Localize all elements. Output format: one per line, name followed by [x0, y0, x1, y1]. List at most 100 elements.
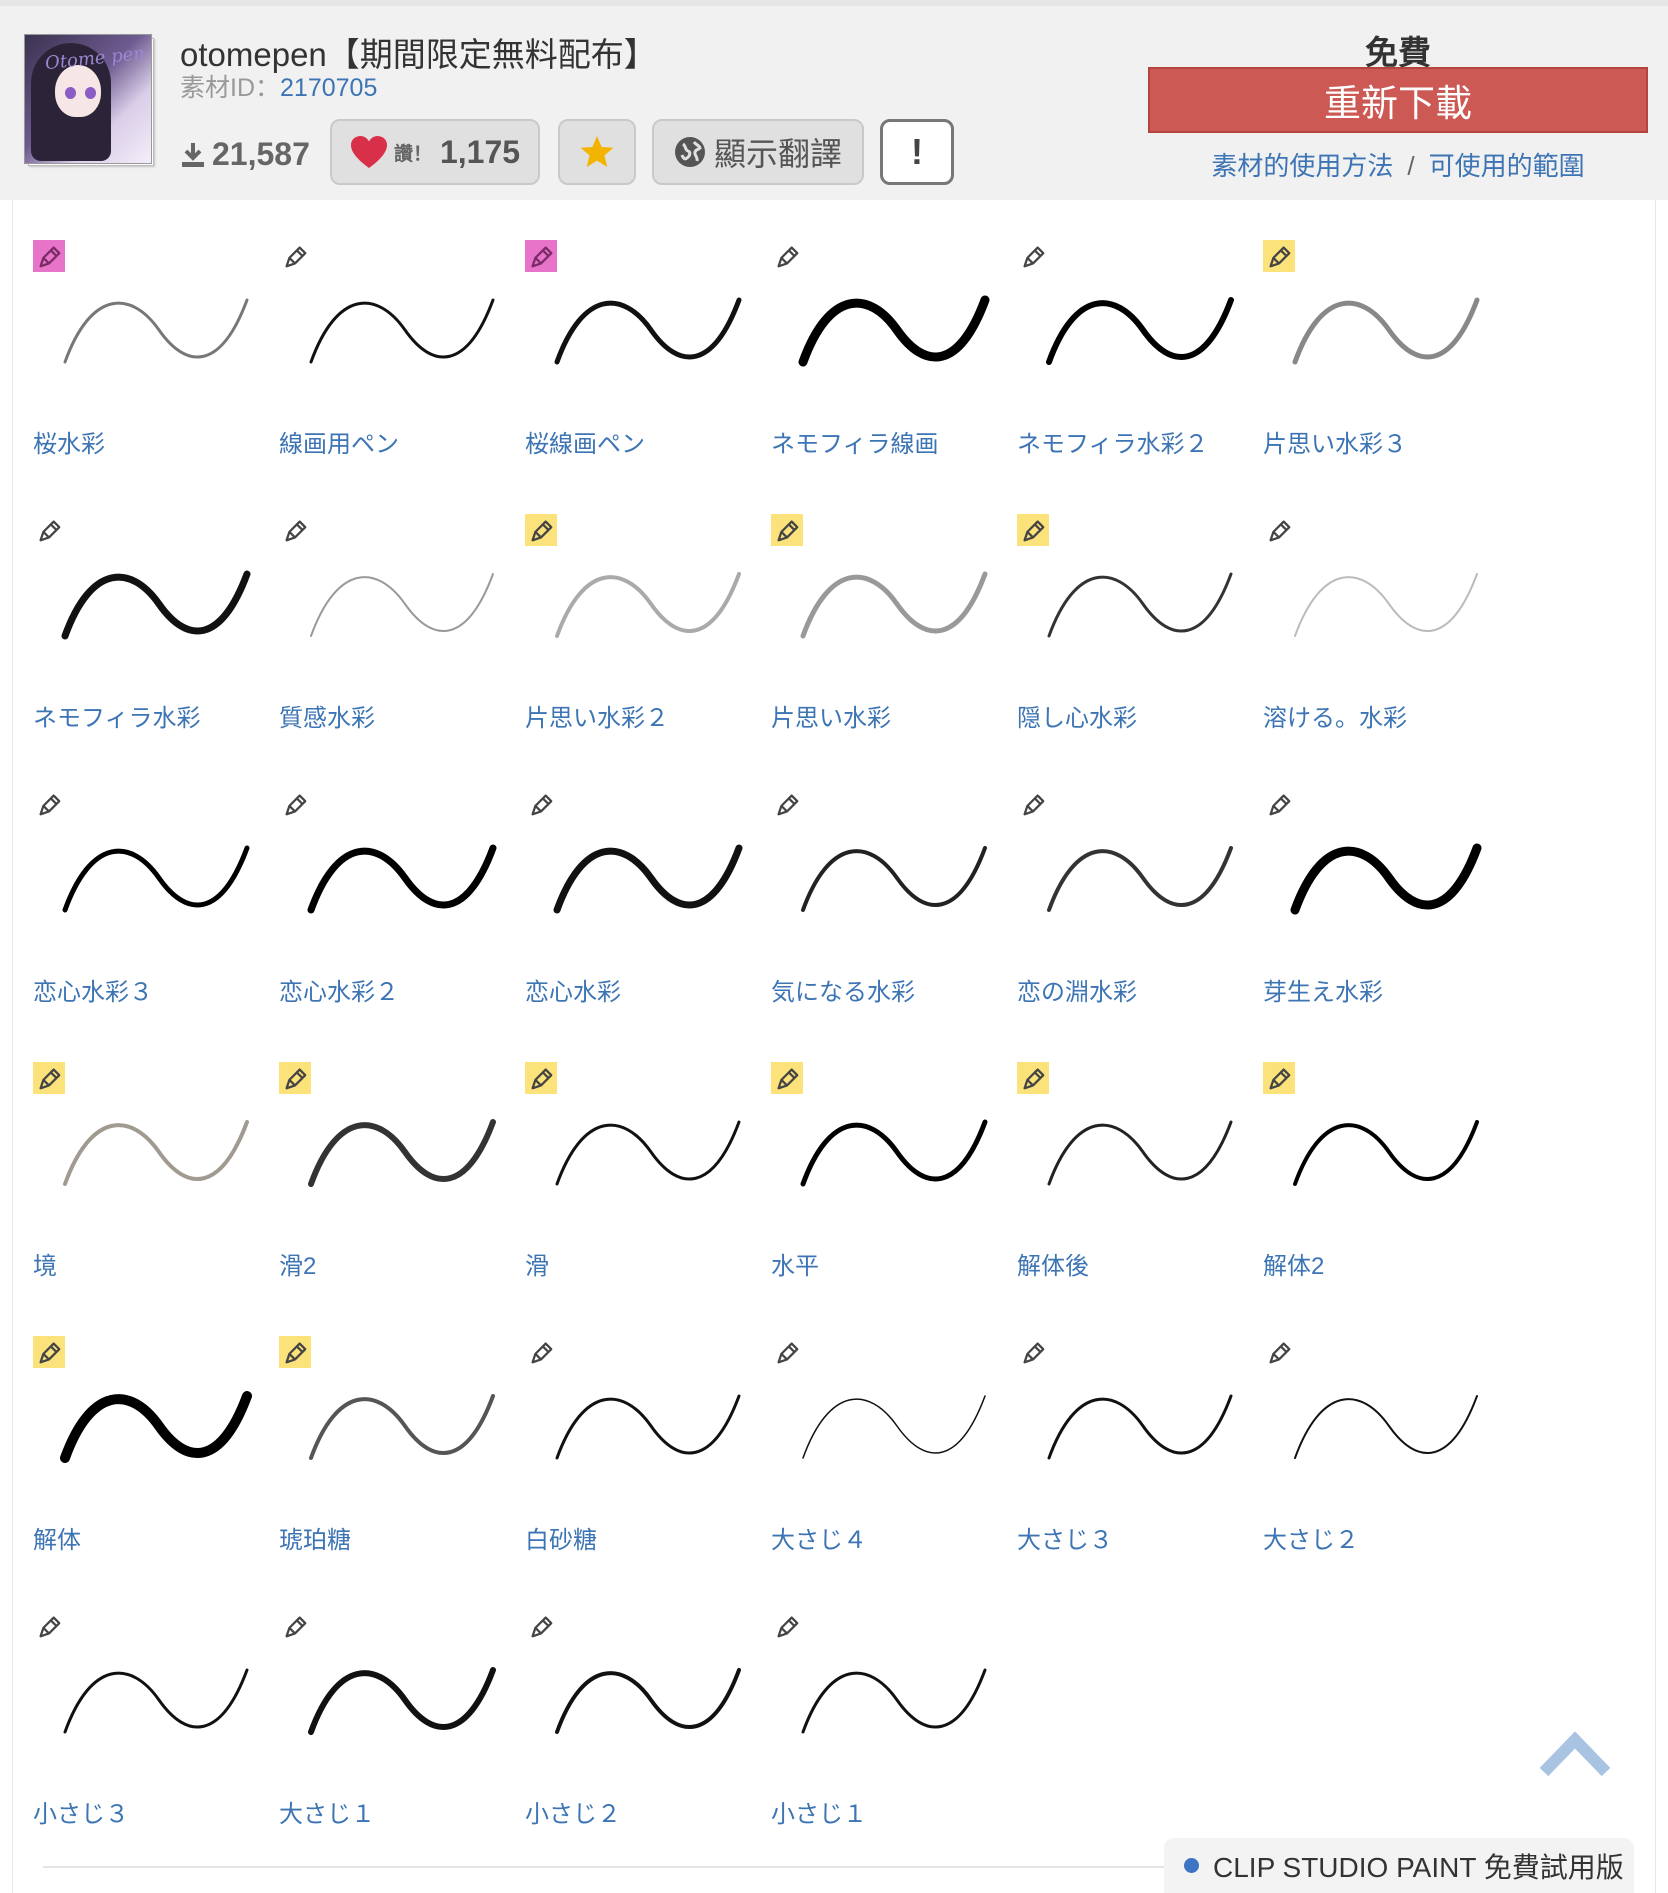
brush-item[interactable]: ネモフィラ線画 [771, 230, 1017, 504]
brush-item[interactable]: 恋の淵水彩 [1017, 778, 1263, 1052]
brush-name[interactable]: 琥珀糖 [279, 1520, 351, 1555]
brush-item[interactable]: 大さじ３ [1017, 1326, 1263, 1600]
brush-stroke-preview [1046, 297, 1234, 365]
brush-item[interactable]: ネモフィラ水彩 [33, 504, 279, 778]
brush-name[interactable]: 水平 [771, 1246, 819, 1281]
pen-icon [279, 514, 311, 546]
brush-stroke-preview [555, 1668, 741, 1734]
brush-name[interactable]: 溶ける。水彩 [1263, 698, 1407, 733]
brush-item[interactable]: 滑 [525, 1052, 771, 1326]
brush-item[interactable]: 片思い水彩２ [525, 504, 771, 778]
brush-name[interactable]: 恋心水彩３ [33, 972, 153, 1007]
brush-name[interactable]: 片思い水彩３ [1263, 424, 1407, 459]
brush-name[interactable]: 片思い水彩 [771, 698, 891, 733]
brush-name[interactable]: ネモフィラ水彩 [33, 698, 201, 733]
brush-item[interactable]: 芽生え水彩 [1263, 778, 1509, 1052]
brush-name[interactable]: 気になる水彩 [771, 972, 915, 1007]
brush-item[interactable]: 解体 [33, 1326, 279, 1600]
brush-name[interactable]: 線画用ペン [279, 424, 399, 459]
brush-name[interactable]: 大さじ１ [279, 1794, 375, 1829]
brush-stroke-preview [555, 572, 741, 638]
brush-stroke-preview [800, 571, 988, 639]
status-dot [1184, 1858, 1199, 1873]
brush-item[interactable]: 大さじ１ [279, 1600, 525, 1874]
brush-item[interactable]: 線画用ペン [279, 230, 525, 504]
brush-item[interactable]: 解体後 [1017, 1052, 1263, 1326]
trial-banner[interactable]: CLIP STUDIO PAINT 免費試用版 [1164, 1838, 1634, 1893]
brush-item[interactable]: 質感水彩 [279, 504, 525, 778]
brush-name[interactable]: 大さじ２ [1263, 1520, 1359, 1555]
brush-item[interactable]: 片思い水彩 [771, 504, 1017, 778]
brush-name[interactable]: 滑2 [279, 1246, 316, 1281]
brush-name[interactable]: 小さじ２ [525, 1794, 621, 1829]
brush-item[interactable]: 溶ける。水彩 [1263, 504, 1509, 778]
brush-item[interactable]: 白砂糖 [525, 1326, 771, 1600]
brush-name[interactable]: 小さじ３ [33, 1794, 129, 1829]
brush-item[interactable]: 恋心水彩２ [279, 778, 525, 1052]
redownload-button[interactable]: 重新下載 [1148, 67, 1648, 133]
brush-stroke-preview [555, 1120, 741, 1186]
pen-icon [1017, 514, 1049, 546]
brush-name[interactable]: 大さじ４ [771, 1520, 867, 1555]
brush-list-panel: 桜水彩 線画用ペン 桜線画ペン ネモフィラ線画 ネモフィラ水彩２ 片思い水彩３ ネモフィラ水… [12, 200, 1656, 1893]
brush-name[interactable]: 大さじ３ [1017, 1520, 1113, 1555]
brush-item[interactable]: 小さじ２ [525, 1600, 771, 1874]
brush-name[interactable]: 片思い水彩２ [525, 698, 669, 733]
brush-item[interactable]: 大さじ２ [1263, 1326, 1509, 1600]
brush-name[interactable]: 解体後 [1017, 1246, 1089, 1281]
brush-name[interactable]: 隠し心水彩 [1017, 698, 1137, 733]
brush-item[interactable]: 解体2 [1263, 1052, 1509, 1326]
brush-item[interactable]: 恋心水彩３ [33, 778, 279, 1052]
usage-scope-link[interactable]: 可使用的範圍 [1429, 151, 1585, 181]
pen-icon [525, 788, 557, 820]
brush-name[interactable]: ネモフィラ水彩２ [1017, 424, 1209, 459]
brush-name[interactable]: 小さじ１ [771, 1794, 867, 1829]
pen-icon [771, 1610, 803, 1642]
brush-item[interactable]: 琥珀糖 [279, 1326, 525, 1600]
pen-icon [525, 514, 557, 546]
brush-item[interactable]: 境 [33, 1052, 279, 1326]
brush-name[interactable]: 解体 [33, 1520, 81, 1555]
brush-name[interactable]: 恋の淵水彩 [1017, 972, 1137, 1007]
brush-name[interactable]: 恋心水彩２ [279, 972, 399, 1007]
pen-icon [1263, 240, 1295, 272]
material-thumbnail[interactable]: Otome pen [20, 30, 156, 168]
pen-icon [279, 788, 311, 820]
brush-item[interactable]: 恋心水彩 [525, 778, 771, 1052]
favorite-button[interactable] [558, 119, 636, 185]
brush-item[interactable]: 小さじ１ [771, 1600, 1017, 1874]
brush-name[interactable]: ネモフィラ線画 [771, 424, 939, 459]
show-translation-button[interactable]: 顯示翻譯 [652, 119, 864, 185]
brush-name[interactable]: 芽生え水彩 [1263, 972, 1383, 1007]
material-id-number[interactable]: 2170705 [280, 74, 377, 102]
pen-icon [33, 1336, 65, 1368]
brush-name[interactable]: 質感水彩 [279, 698, 375, 733]
brush-stroke-preview [310, 573, 494, 637]
arrow-up-icon[interactable] [1538, 1728, 1612, 1778]
brush-item[interactable]: 滑2 [279, 1052, 525, 1326]
brush-item[interactable]: 大さじ４ [771, 1326, 1017, 1600]
brush-name[interactable]: 境 [33, 1246, 57, 1281]
like-label: 讚！ [393, 143, 432, 165]
brush-name[interactable]: 白砂糖 [525, 1520, 597, 1555]
brush-item[interactable]: 桜水彩 [33, 230, 279, 504]
brush-item[interactable]: 桜線画ペン [525, 230, 771, 504]
brush-item[interactable]: 隠し心水彩 [1017, 504, 1263, 778]
brush-name[interactable]: 滑 [525, 1246, 549, 1281]
brush-item[interactable]: 片思い水彩３ [1263, 230, 1509, 504]
brush-name[interactable]: 恋心水彩 [525, 972, 621, 1007]
report-button[interactable]: ! [880, 119, 954, 185]
brush-stroke-preview [308, 1119, 496, 1187]
brush-item[interactable]: 気になる水彩 [771, 778, 1017, 1052]
brush-item[interactable]: 水平 [771, 1052, 1017, 1326]
brush-item[interactable]: ネモフィラ水彩２ [1017, 230, 1263, 504]
pen-icon [33, 514, 65, 546]
brush-item[interactable]: 小さじ３ [33, 1600, 279, 1874]
like-button[interactable]: 讚！ 1,175 [330, 119, 540, 185]
brush-stroke-preview [309, 1394, 495, 1460]
usage-method-link[interactable]: 素材的使用方法 [1211, 151, 1393, 181]
pen-icon [33, 240, 65, 272]
brush-name[interactable]: 桜線画ペン [525, 424, 645, 459]
brush-name[interactable]: 解体2 [1263, 1246, 1324, 1281]
brush-name[interactable]: 桜水彩 [33, 424, 105, 459]
